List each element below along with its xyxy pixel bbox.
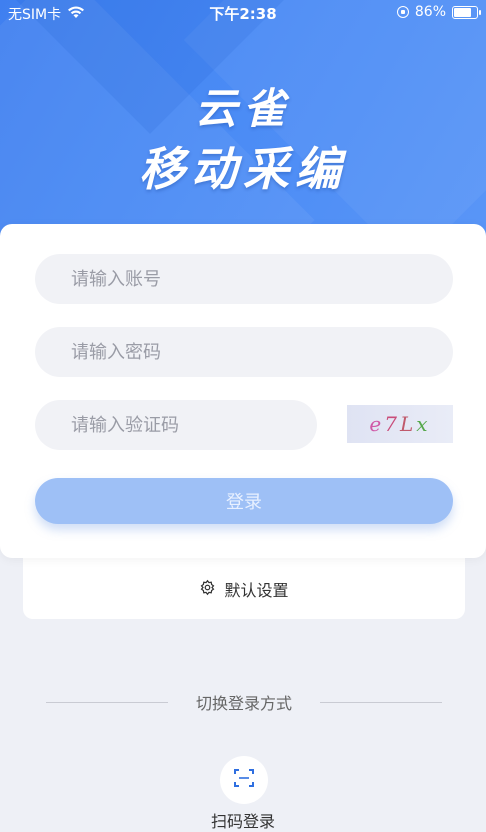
login-button[interactable]: 登录	[35, 478, 453, 524]
captcha-input[interactable]	[35, 400, 317, 450]
gear-icon	[199, 579, 216, 600]
status-bar: 无SIM卡 下午2:38 86%	[0, 0, 486, 24]
captcha-char: x	[416, 412, 431, 436]
divider-line	[46, 701, 168, 703]
orientation-lock-icon	[396, 6, 409, 18]
captcha-char: e	[369, 412, 385, 436]
account-input[interactable]	[35, 254, 453, 304]
default-settings-link[interactable]: 默认设置	[23, 577, 465, 601]
battery-percent: 86%	[414, 4, 446, 20]
header-banner: 无SIM卡 下午2:38 86% 云雀 移动采编	[0, 0, 486, 262]
captcha-image[interactable]: e 7 L x	[347, 405, 453, 443]
login-card: e 7 L x 登录	[0, 224, 486, 558]
divider-line	[320, 701, 443, 703]
switch-login-label: 切换登录方式	[196, 694, 293, 713]
app-title-line2: 移动采编	[139, 142, 347, 196]
battery-icon	[452, 5, 481, 19]
default-settings-label: 默认设置	[224, 581, 289, 600]
password-input[interactable]	[35, 327, 453, 377]
switch-login-divider: 切换登录方式	[46, 690, 443, 714]
scan-login-button[interactable]	[220, 756, 268, 804]
captcha-char: L	[400, 412, 417, 436]
scan-icon	[232, 766, 256, 794]
captcha-char: 7	[384, 412, 400, 436]
scan-login-label[interactable]: 扫码登录	[0, 808, 486, 832]
app-title-line1: 云雀	[194, 84, 291, 133]
